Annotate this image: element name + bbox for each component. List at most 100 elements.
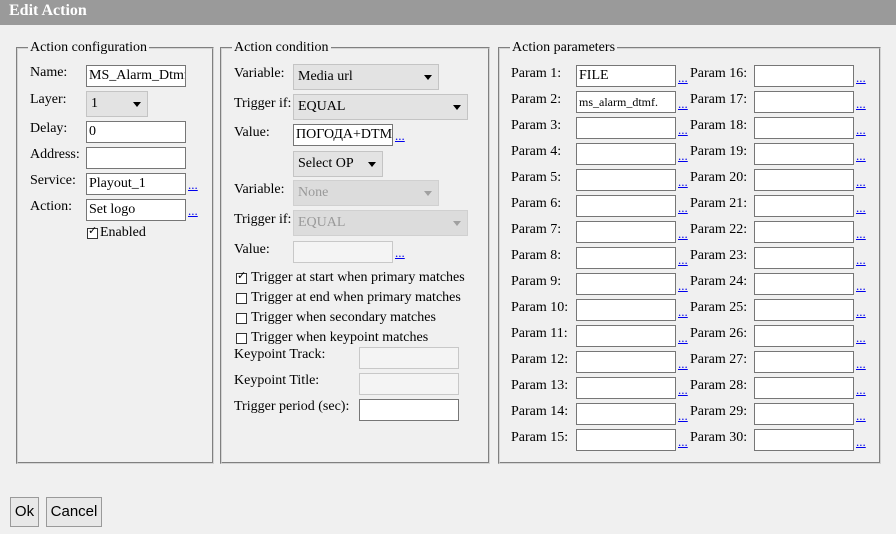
- param-field-1[interactable]: FILE: [576, 65, 676, 87]
- param-label-22: Param 22:: [690, 222, 748, 237]
- param-browse-link-6[interactable]: ...: [678, 201, 688, 214]
- enabled-checkbox[interactable]: ✓: [87, 226, 98, 239]
- param-field-27[interactable]: [754, 351, 854, 373]
- layer-select[interactable]: 1: [86, 91, 148, 117]
- param-field-9[interactable]: [576, 273, 676, 295]
- param-browse-link-21[interactable]: ...: [856, 201, 866, 214]
- name-field[interactable]: MS_Alarm_Dtmf: [86, 65, 186, 87]
- param-field-12[interactable]: [576, 351, 676, 373]
- address-label: Address:: [30, 147, 80, 162]
- param-field-2[interactable]: ms_alarm_dtmf.: [576, 91, 676, 113]
- param-field-17[interactable]: [754, 91, 854, 113]
- param-field-19[interactable]: [754, 143, 854, 165]
- param-field-10[interactable]: [576, 299, 676, 321]
- name-label: Name:: [30, 65, 68, 80]
- param-browse-link-28[interactable]: ...: [856, 383, 866, 396]
- param-label-19: Param 19:: [690, 144, 748, 159]
- trigger-checkbox-1[interactable]: ✓: [236, 271, 247, 284]
- trigger-if2-label: Trigger if:: [234, 212, 292, 227]
- param-browse-link-1[interactable]: ...: [678, 71, 688, 84]
- param-browse-link-4[interactable]: ...: [678, 149, 688, 162]
- param-field-13[interactable]: [576, 377, 676, 399]
- action-browse-link[interactable]: ...: [188, 204, 198, 217]
- param-browse-link-27[interactable]: ...: [856, 357, 866, 370]
- param-browse-link-12[interactable]: ...: [678, 357, 688, 370]
- value-field[interactable]: ПОГОДА+DTMF: [293, 124, 393, 146]
- param-field-16[interactable]: [754, 65, 854, 87]
- param-browse-link-18[interactable]: ...: [856, 123, 866, 136]
- keypoint-track-label: Keypoint Track:: [234, 347, 326, 362]
- param-field-7[interactable]: [576, 221, 676, 243]
- value-browse-link[interactable]: ...: [395, 129, 405, 142]
- variable-select[interactable]: Media url: [293, 64, 439, 90]
- param-field-6[interactable]: [576, 195, 676, 217]
- chevron-down-icon: [453, 105, 461, 110]
- param-browse-link-16[interactable]: ...: [856, 71, 866, 84]
- param-browse-link-5[interactable]: ...: [678, 175, 688, 188]
- param-field-11[interactable]: [576, 325, 676, 347]
- action-field[interactable]: Set logo: [86, 199, 186, 221]
- trigger-if2-select: EQUAL: [293, 210, 468, 236]
- value2-browse-link[interactable]: ...: [395, 246, 405, 259]
- param-label-10: Param 10:: [511, 300, 569, 315]
- param-field-29[interactable]: [754, 403, 854, 425]
- trigger-checkbox-4[interactable]: [236, 333, 247, 344]
- param-field-24[interactable]: [754, 273, 854, 295]
- param-browse-link-17[interactable]: ...: [856, 97, 866, 110]
- param-field-5[interactable]: [576, 169, 676, 191]
- trigger-if-select[interactable]: EQUAL: [293, 94, 468, 120]
- param-field-21[interactable]: [754, 195, 854, 217]
- param-browse-link-8[interactable]: ...: [678, 253, 688, 266]
- param-field-26[interactable]: [754, 325, 854, 347]
- trigger-period-field[interactable]: [359, 399, 459, 421]
- param-label-20: Param 20:: [690, 170, 748, 185]
- service-browse-link[interactable]: ...: [188, 178, 198, 191]
- param-field-18[interactable]: [754, 117, 854, 139]
- select-op-value: Select OP: [298, 156, 354, 171]
- param-browse-link-30[interactable]: ...: [856, 435, 866, 448]
- param-browse-link-10[interactable]: ...: [678, 305, 688, 318]
- param-label-30: Param 30:: [690, 430, 748, 445]
- param-browse-link-11[interactable]: ...: [678, 331, 688, 344]
- param-label-9: Param 9:: [511, 274, 562, 289]
- param-field-22[interactable]: [754, 221, 854, 243]
- delay-field[interactable]: 0: [86, 121, 186, 143]
- param-browse-link-20[interactable]: ...: [856, 175, 866, 188]
- param-browse-link-22[interactable]: ...: [856, 227, 866, 240]
- param-browse-link-7[interactable]: ...: [678, 227, 688, 240]
- ok-button[interactable]: Ok: [10, 497, 39, 527]
- param-label-29: Param 29:: [690, 404, 748, 419]
- param-field-15[interactable]: [576, 429, 676, 451]
- trigger-checkbox-2[interactable]: [236, 293, 247, 304]
- param-field-4[interactable]: [576, 143, 676, 165]
- param-field-25[interactable]: [754, 299, 854, 321]
- param-field-8[interactable]: [576, 247, 676, 269]
- param-browse-link-25[interactable]: ...: [856, 305, 866, 318]
- param-browse-link-9[interactable]: ...: [678, 279, 688, 292]
- param-field-28[interactable]: [754, 377, 854, 399]
- param-browse-link-3[interactable]: ...: [678, 123, 688, 136]
- param-field-3[interactable]: [576, 117, 676, 139]
- select-op-dropdown[interactable]: Select OP: [293, 151, 383, 177]
- param-browse-link-13[interactable]: ...: [678, 383, 688, 396]
- address-field[interactable]: [86, 147, 186, 169]
- param-browse-link-23[interactable]: ...: [856, 253, 866, 266]
- param-browse-link-26[interactable]: ...: [856, 331, 866, 344]
- delay-label: Delay:: [30, 121, 68, 136]
- cancel-button[interactable]: Cancel: [46, 497, 102, 527]
- param-browse-link-15[interactable]: ...: [678, 435, 688, 448]
- param-browse-link-24[interactable]: ...: [856, 279, 866, 292]
- value2-label: Value:: [234, 242, 270, 257]
- param-field-23[interactable]: [754, 247, 854, 269]
- param-label-27: Param 27:: [690, 352, 748, 367]
- param-field-14[interactable]: [576, 403, 676, 425]
- trigger-checkbox-3[interactable]: [236, 313, 247, 324]
- param-field-20[interactable]: [754, 169, 854, 191]
- service-field[interactable]: Playout_1: [86, 173, 186, 195]
- param-browse-link-14[interactable]: ...: [678, 409, 688, 422]
- param-browse-link-29[interactable]: ...: [856, 409, 866, 422]
- param-browse-link-2[interactable]: ...: [678, 97, 688, 110]
- param-browse-link-19[interactable]: ...: [856, 149, 866, 162]
- param-field-30[interactable]: [754, 429, 854, 451]
- trigger-checkbox-label: Trigger when keypoint matches: [251, 330, 429, 345]
